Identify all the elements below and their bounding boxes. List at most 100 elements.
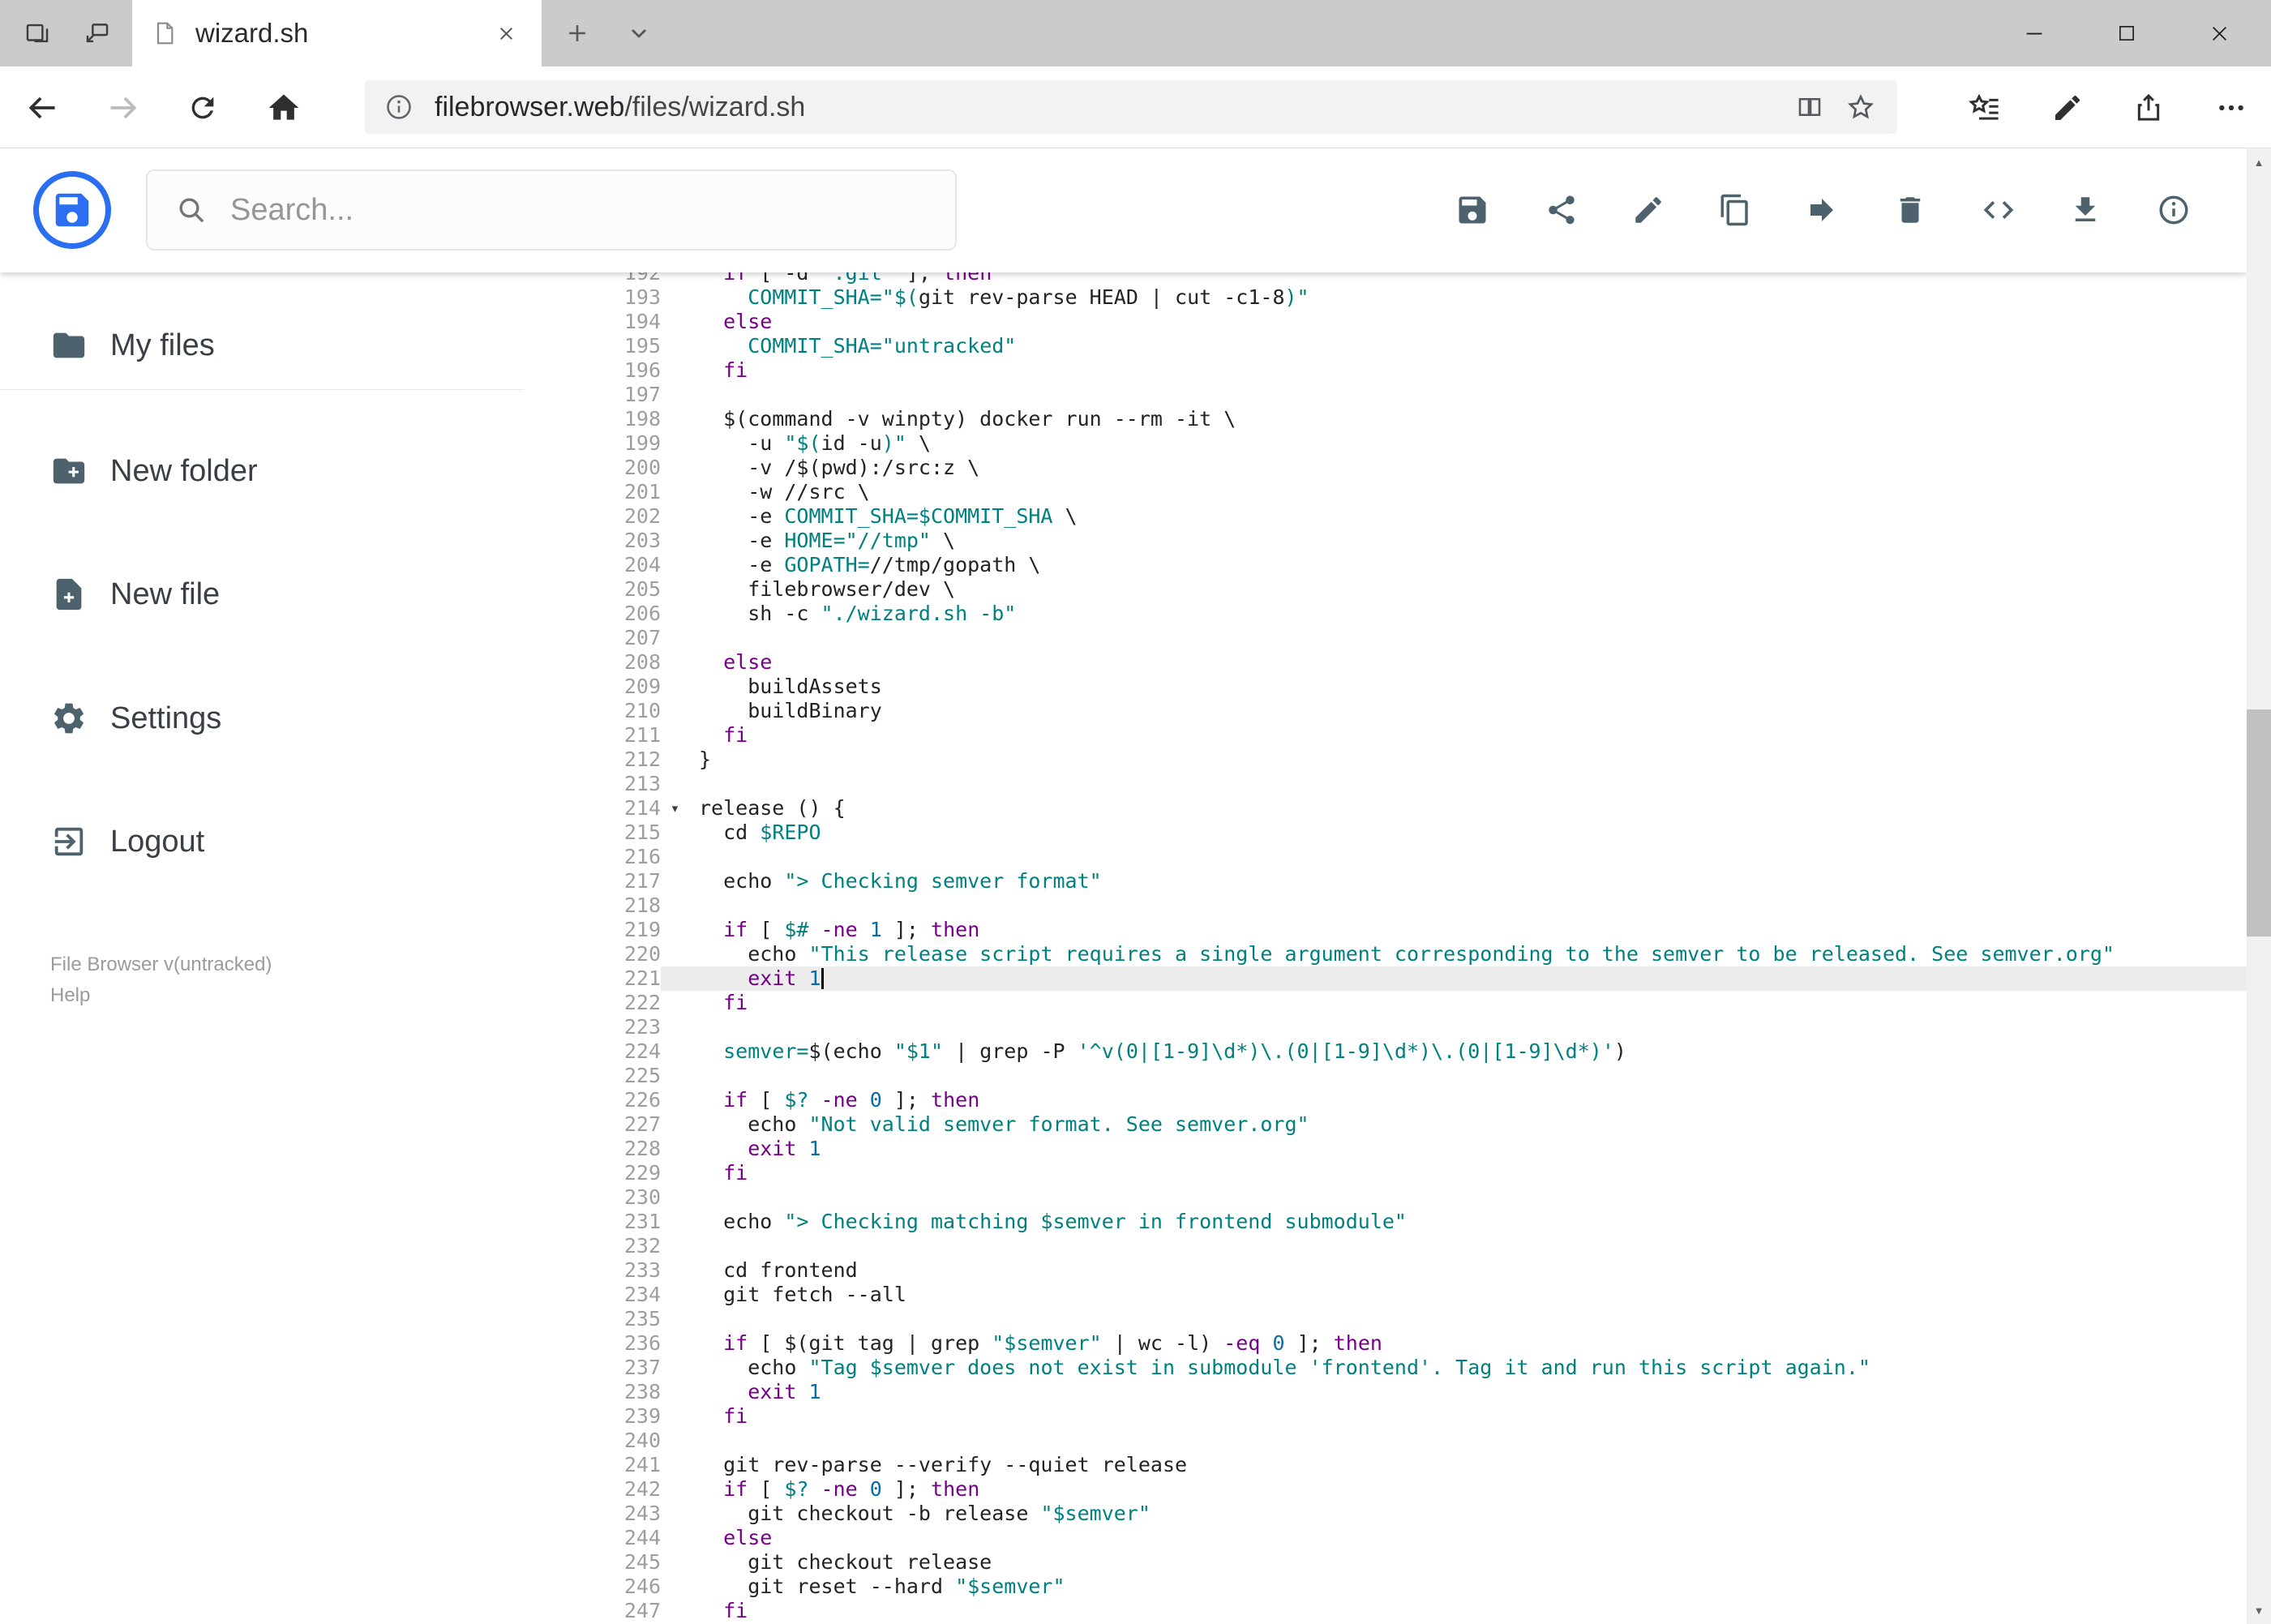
code-line[interactable]: 206 sh -c "./wizard.sh -b" [582, 602, 2247, 626]
edit-button[interactable] [1626, 187, 1671, 233]
code-line[interactable]: 225 [582, 1064, 2247, 1088]
code-line[interactable]: 226 if [ $? -ne 0 ]; then [582, 1088, 2247, 1112]
code-line[interactable]: 217 echo "> Checking semver format" [582, 869, 2247, 893]
window-maximize-button[interactable] [2090, 0, 2163, 66]
share-button[interactable] [1539, 187, 1584, 233]
sidebar-item-logout[interactable]: Logout [0, 812, 524, 871]
code-line[interactable]: 243 git checkout -b release "$semver" [582, 1502, 2247, 1526]
code-line[interactable]: 231 echo "> Checking matching $semver in… [582, 1210, 2247, 1234]
code-line[interactable]: 209 buildAssets [582, 675, 2247, 699]
download-button[interactable] [2063, 187, 2108, 233]
help-link[interactable]: Help [50, 984, 90, 1007]
browser-tab[interactable]: wizard.sh [132, 0, 542, 66]
tab-preview-button[interactable] [68, 0, 126, 66]
code-line[interactable]: 203 -e HOME="//tmp" \ [582, 529, 2247, 553]
code-line[interactable]: 220 echo "This release script requires a… [582, 942, 2247, 966]
code-line[interactable]: 247 fi [582, 1599, 2247, 1623]
code-line[interactable]: 193 COMMIT_SHA="$(git rev-parse HEAD | c… [582, 285, 2247, 310]
code-line[interactable]: 201 -w //src \ [582, 480, 2247, 504]
sidebar-item-my-files[interactable]: My files [0, 316, 524, 375]
code-line[interactable]: 232 [582, 1234, 2247, 1258]
scrollbar-thumb[interactable] [2247, 709, 2271, 936]
delete-button[interactable] [1888, 187, 1933, 233]
code-line[interactable]: 200 -v /$(pwd):/src:z \ [582, 456, 2247, 480]
code-editor[interactable]: 192 if [ -d ".git" ]; then 193 COMMIT_SHA… [582, 261, 2247, 1623]
scroll-up-icon[interactable]: ▲ [2247, 148, 2271, 176]
code-line[interactable]: 213 [582, 772, 2247, 796]
page-scrollbar[interactable]: ▲ ▼ [2247, 148, 2271, 1624]
move-button[interactable] [1799, 187, 1845, 233]
copy-button[interactable] [1712, 187, 1758, 233]
page-info-icon[interactable] [384, 92, 413, 122]
code-line[interactable]: 195 COMMIT_SHA="untracked" [582, 334, 2247, 358]
code-line[interactable]: 240 [582, 1429, 2247, 1453]
window-minimize-button[interactable] [1998, 0, 2071, 66]
code-line[interactable]: 228 exit 1 [582, 1137, 2247, 1161]
code-line[interactable]: 222 fi [582, 991, 2247, 1015]
refresh-button[interactable] [184, 89, 221, 126]
favorite-star-icon[interactable] [1845, 92, 1876, 122]
code-line[interactable]: 237 echo "Tag $semver does not exist in … [582, 1356, 2247, 1380]
scroll-down-icon[interactable]: ▼ [2247, 1596, 2271, 1624]
code-line[interactable]: 199 -u "$(id -u)" \ [582, 431, 2247, 456]
raw-code-button[interactable] [1976, 187, 2021, 233]
sidebar-item-new-folder[interactable]: New folder [0, 442, 524, 500]
code-line[interactable]: 194 else [582, 310, 2247, 334]
reading-view-icon[interactable] [1795, 92, 1824, 122]
code-line[interactable]: 218 [582, 893, 2247, 918]
new-tab-button[interactable] [548, 0, 606, 66]
code-line[interactable]: 215 cd $REPO [582, 821, 2247, 845]
code-line[interactable]: 242 if [ $? -ne 0 ]; then [582, 1477, 2247, 1502]
tab-list-button[interactable] [610, 0, 668, 66]
save-button[interactable] [1450, 187, 1495, 233]
window-close-button[interactable] [2183, 0, 2256, 66]
code-line[interactable]: 223 [582, 1015, 2247, 1039]
code-line[interactable]: 233 cd frontend [582, 1258, 2247, 1283]
back-button[interactable] [24, 89, 61, 126]
code-line[interactable]: 211 fi [582, 723, 2247, 748]
code-line[interactable]: 204 -e GOPATH=//tmp/gopath \ [582, 553, 2247, 577]
code-line[interactable]: 246 git reset --hard "$semver" [582, 1575, 2247, 1599]
code-line[interactable]: 198 $(command -v winpty) docker run --rm… [582, 407, 2247, 431]
code-line[interactable]: 208 else [582, 650, 2247, 675]
code-line[interactable]: 202 -e COMMIT_SHA=$COMMIT_SHA \ [582, 504, 2247, 529]
more-options-button[interactable] [2213, 89, 2250, 126]
home-button[interactable] [265, 89, 302, 126]
code-line[interactable]: 212} [582, 748, 2247, 772]
code-line[interactable]: 241 git rev-parse --verify --quiet relea… [582, 1453, 2247, 1477]
code-line[interactable]: 196 fi [582, 358, 2247, 383]
code-line[interactable]: 210 buildBinary [582, 699, 2247, 723]
code-line[interactable]: 244 else [582, 1526, 2247, 1550]
code-line[interactable]: 238 exit 1 [582, 1380, 2247, 1404]
code-line[interactable]: 216 [582, 845, 2247, 869]
code-line[interactable]: 239 fi [582, 1404, 2247, 1429]
sidebar-item-settings[interactable]: Settings [0, 689, 524, 748]
code-line[interactable]: 214 ▾ release () { [582, 796, 2247, 821]
share-page-button[interactable] [2130, 89, 2167, 126]
code-line[interactable]: 227 echo "Not valid semver format. See s… [582, 1112, 2247, 1137]
tabs-aside-button[interactable] [8, 0, 66, 66]
code-line[interactable]: 197 [582, 383, 2247, 407]
forward-button[interactable] [105, 89, 142, 126]
sidebar-item-new-file[interactable]: New file [0, 565, 524, 623]
code-line[interactable]: 230 [582, 1185, 2247, 1210]
search-box[interactable] [146, 169, 957, 251]
code-line[interactable]: 245 git checkout release [582, 1550, 2247, 1575]
code-line[interactable]: 207 [582, 626, 2247, 650]
tab-close-icon[interactable] [491, 18, 522, 49]
code-line[interactable]: 235 [582, 1307, 2247, 1331]
code-line[interactable]: 234 git fetch --all [582, 1283, 2247, 1307]
hub-button[interactable] [1966, 89, 2003, 126]
fold-marker-icon[interactable]: ▾ [661, 796, 689, 821]
code-line[interactable]: 229 fi [582, 1161, 2247, 1185]
web-notes-button[interactable] [2049, 89, 2086, 126]
address-bar[interactable]: filebrowser.web/files/wizard.sh [365, 80, 1897, 134]
search-input[interactable] [230, 192, 879, 228]
code-line[interactable]: 236 if [ $(git tag | grep "$semver" | wc… [582, 1331, 2247, 1356]
filebrowser-logo[interactable] [33, 171, 111, 249]
code-line[interactable]: 221 exit 1 [582, 966, 2247, 991]
info-button[interactable] [2151, 187, 2196, 233]
code-line[interactable]: 219 if [ $# -ne 1 ]; then [582, 918, 2247, 942]
code-line[interactable]: 224 semver=$(echo "$1" | grep -P '^v(0|[… [582, 1039, 2247, 1064]
code-line[interactable]: 205 filebrowser/dev \ [582, 577, 2247, 602]
